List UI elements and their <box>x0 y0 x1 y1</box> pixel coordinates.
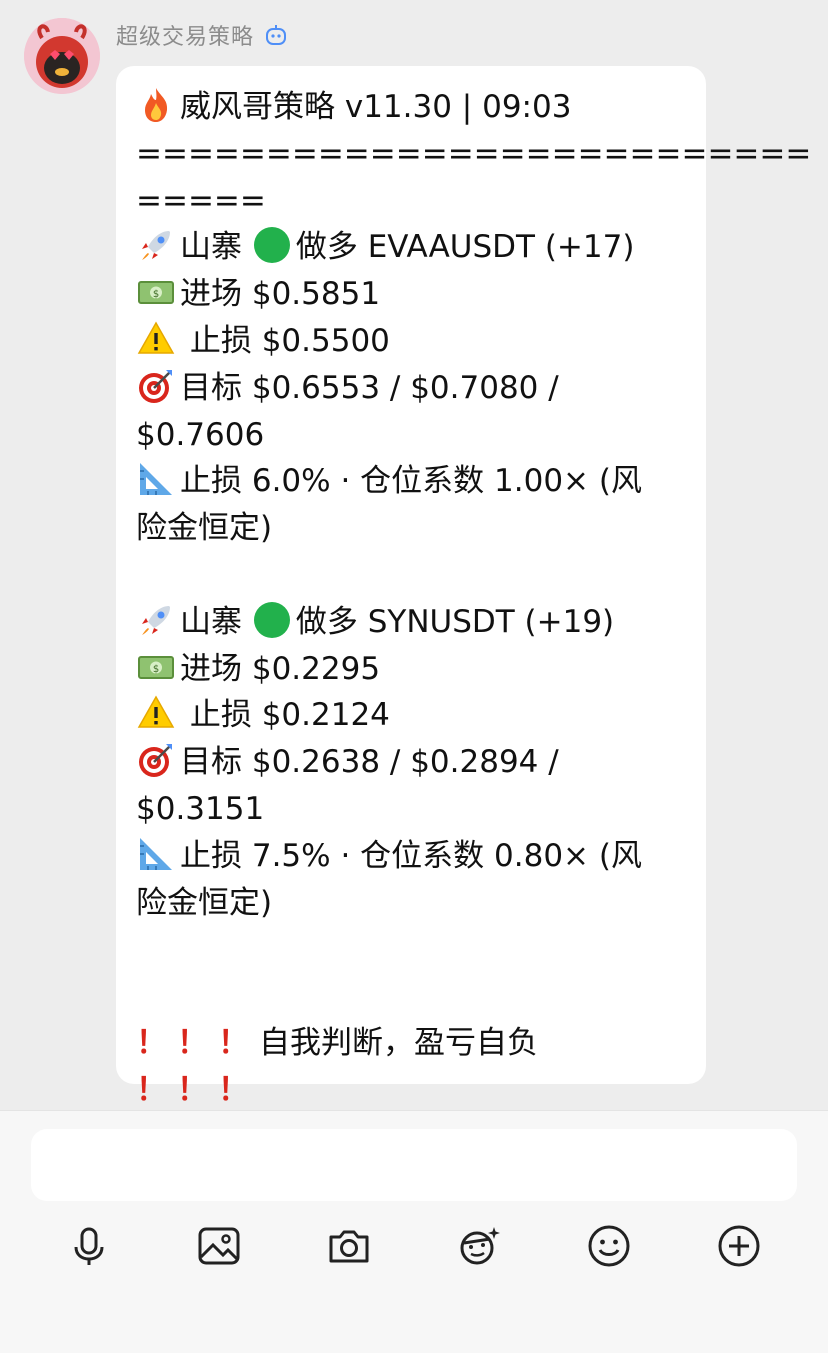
ai-assistant-icon[interactable] <box>454 1221 504 1271</box>
signal-1-risk-2: 险金恒定) <box>136 510 273 547</box>
signal-1-risk-1: 止损 6.0% · 仓位系数 1.00× (风 <box>180 463 642 500</box>
exclamation-marks: ！！！ <box>136 1071 259 1108</box>
signal-2-risk-line: 止损 7.5% · 仓位系数 0.80× (风 <box>136 833 686 880</box>
disclaimer-line: ！！！自我判断，盈亏自负 <box>136 1020 686 1067</box>
signal-2-risk-2: 险金恒定) <box>136 884 273 921</box>
signal-2-title: 山寨 <box>180 603 242 640</box>
warning-icon <box>136 319 176 359</box>
image-icon[interactable] <box>194 1221 244 1271</box>
signal-1-risk-line: 止损 6.0% · 仓位系数 1.00× (风 <box>136 458 686 505</box>
signal-2-entry: 进场 $0.2295 <box>180 650 381 687</box>
bot-badge-icon <box>264 23 288 47</box>
separator-line-2: ===== <box>136 182 266 219</box>
microphone-icon[interactable] <box>64 1221 114 1271</box>
message-bubble[interactable]: 威风哥策略 v11.30 | 09:03 ===================… <box>116 66 812 1108</box>
signal-1-title-line: 山寨 做多 EVAAUSDT (+17) <box>136 224 686 271</box>
signal-1-title: 山寨 <box>180 229 242 266</box>
svg-text:$: $ <box>153 664 159 675</box>
signal-1-direction: 做多 EVAAUSDT (+17) <box>295 229 635 266</box>
triangle-ruler-icon <box>136 834 176 874</box>
disclaimer-exclaim-line: ！！！ <box>136 1067 686 1114</box>
fire-icon <box>136 85 176 125</box>
sender-name: 超级交易策略 <box>116 25 255 50</box>
avatar[interactable] <box>24 18 100 94</box>
signal-1-stop-line: 止损 $0.5500 <box>136 318 686 365</box>
signal-2-title-line: 山寨 做多 SYNUSDT (+19) <box>136 599 686 646</box>
input-toolbar <box>0 1221 828 1271</box>
green-circle-icon <box>252 600 292 640</box>
exclamation-marks: ！！！ <box>136 1024 259 1061</box>
rocket-icon <box>136 225 176 265</box>
message-input[interactable] <box>31 1129 797 1201</box>
green-circle-icon <box>252 225 292 265</box>
target-icon <box>136 366 176 406</box>
camera-icon[interactable] <box>324 1221 374 1271</box>
signal-2-risk-1: 止损 7.5% · 仓位系数 0.80× (风 <box>180 837 642 874</box>
signal-2-direction: 做多 SYNUSDT (+19) <box>295 603 615 640</box>
message-header: 威风哥策略 v11.30 | 09:03 <box>180 89 572 125</box>
message-header-line: 威风哥策略 v11.30 | 09:03 <box>136 84 686 131</box>
signal-1-target-1: 目标 $0.6553 / $0.7080 / <box>180 369 559 406</box>
signal-2-target-line: 目标 $0.2638 / $0.2894 / <box>136 739 686 786</box>
chat-area: 超级交易策略 威风哥策略 v11.30 | 09:03 ============… <box>0 0 828 1110</box>
signal-2-stop: 止损 $0.2124 <box>189 697 390 734</box>
emoji-icon[interactable] <box>584 1221 634 1271</box>
money-icon: $ <box>136 272 176 312</box>
sender-row: 超级交易策略 <box>116 20 288 50</box>
input-bar <box>0 1110 828 1353</box>
rocket-icon <box>136 600 176 640</box>
warning-icon <box>136 693 176 733</box>
signal-2-stop-line: 止损 $0.2124 <box>136 692 686 739</box>
signal-1-entry-line: $ 进场 $0.5851 <box>136 271 686 318</box>
signal-1-target-2: $0.7606 <box>136 416 265 453</box>
disclaimer-text: 自我判断，盈亏自负 <box>259 1024 538 1061</box>
plus-icon[interactable] <box>714 1221 764 1271</box>
signal-2-target-1: 目标 $0.2638 / $0.2894 / <box>180 744 559 781</box>
triangle-ruler-icon <box>136 459 176 499</box>
target-icon <box>136 740 176 780</box>
signal-1-stop: 止损 $0.5500 <box>189 322 390 359</box>
signal-1-target-line: 目标 $0.6553 / $0.7080 / <box>136 365 686 412</box>
money-icon: $ <box>136 647 176 687</box>
signal-2-target-2: $0.3151 <box>136 790 265 827</box>
separator-line-1: ========================== <box>136 135 812 172</box>
signal-1-entry: 进场 $0.5851 <box>180 276 381 313</box>
signal-2-entry-line: $ 进场 $0.2295 <box>136 646 686 693</box>
svg-text:$: $ <box>153 289 159 300</box>
